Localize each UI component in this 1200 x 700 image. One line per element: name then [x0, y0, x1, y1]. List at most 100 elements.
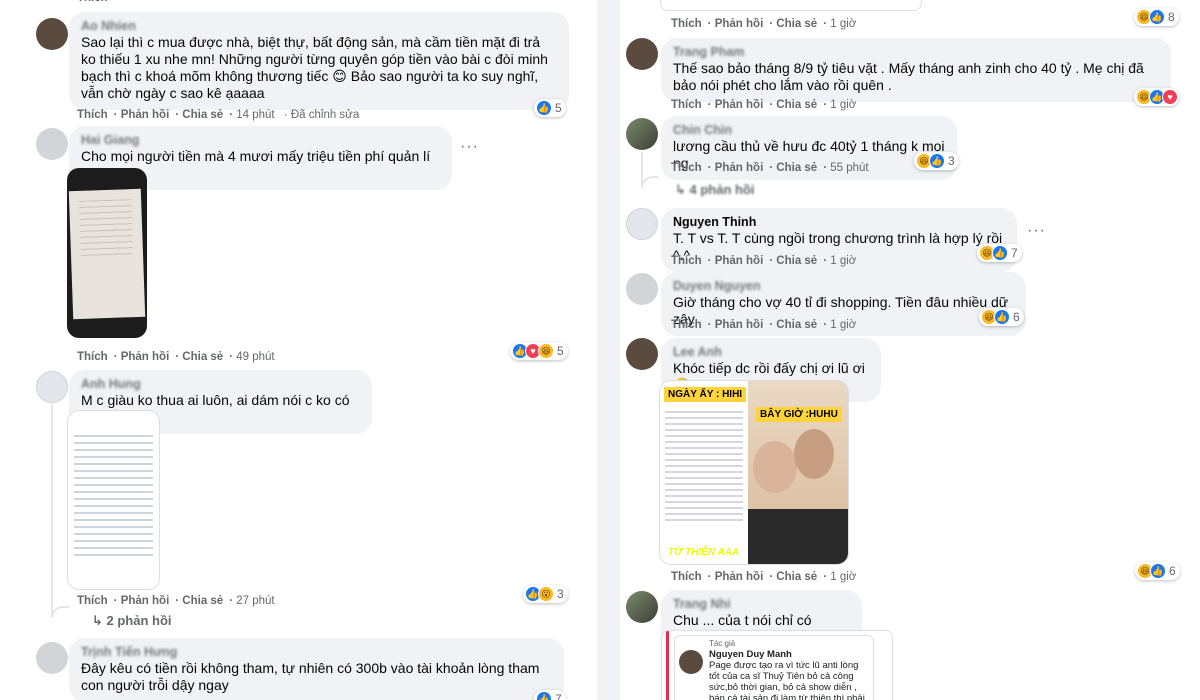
comment-actions: Thích · Phản hồi · Chia sẻ · 14 phút · Đã c… [77, 109, 360, 121]
more-options-icon[interactable]: ··· [460, 138, 479, 156]
timestamp[interactable]: 1 giờ [830, 571, 856, 583]
comment-bubble: Trang Pham Thế sao bảo tháng 8/9 tỷ tiêu… [661, 38, 1171, 102]
like-button[interactable]: Thích [671, 255, 702, 267]
reaction-summary[interactable]: 😆 👍 ♥ [1134, 88, 1179, 106]
like-button[interactable]: Thích [671, 18, 702, 30]
love-icon: ♥ [1162, 89, 1178, 105]
comment-author[interactable]: Nguyen Thinh [673, 215, 1005, 230]
comment-actions: Thích · Phản hồi · Chia sẻ · 1 giờ [671, 255, 857, 267]
reaction-summary[interactable]: 👍 5 [534, 99, 566, 117]
reaction-summary[interactable]: 👍 😮 3 [523, 585, 568, 603]
share-button[interactable]: Chia sẻ [182, 595, 223, 607]
meme-image[interactable]: NGÀY ẤY : HIHI BÂY GIỜ :HUHU TỪ THIỆN AA… [659, 380, 849, 565]
like-icon: 👍 [536, 100, 552, 116]
comment-author[interactable]: Hai Giang [81, 133, 440, 148]
more-options-icon[interactable]: ··· [1027, 222, 1046, 240]
share-button[interactable]: Chia sẻ [776, 18, 817, 30]
edited-label: · Đã chỉnh sửa [283, 109, 360, 121]
avatar[interactable] [36, 371, 68, 403]
comment-actions: Thích · Phản hồi · Chia sẻ · 1 giờ [671, 18, 857, 30]
avatar[interactable] [36, 642, 68, 674]
avatar[interactable] [626, 208, 658, 240]
haha-icon: 😆 [538, 343, 554, 359]
timestamp[interactable]: 1 giờ [830, 255, 856, 267]
column-divider [597, 0, 620, 700]
comment-bubble: Trịnh Tiến Hưng Đây kêu có tiền rồi khôn… [69, 638, 564, 700]
comment-author[interactable]: Anh Hung [81, 377, 360, 392]
view-replies-link[interactable]: ↳ 2 phản hồi [92, 613, 172, 629]
timestamp[interactable]: 14 phút [236, 109, 274, 121]
meme-caption-bottom: TỪ THIỆN AAA [668, 547, 740, 558]
comment-text: Đây kêu có tiền rồi không tham, tự nhiên… [81, 660, 540, 693]
like-button[interactable]: Thích [671, 571, 702, 583]
person-photo [794, 429, 834, 479]
comment-author[interactable]: Lee Anh [673, 345, 869, 360]
timestamp[interactable]: 1 giờ [830, 18, 856, 30]
reply-button[interactable]: Phản hồi [121, 351, 170, 363]
view-replies-link[interactable]: ↳ 4 phản hồi [675, 182, 755, 198]
reply-button[interactable]: Phản hồi [715, 255, 764, 267]
share-button[interactable]: Chia sẻ [776, 99, 817, 111]
reply-button[interactable]: Phản hồi [715, 99, 764, 111]
reaction-summary[interactable]: 😆 👍 6 [1135, 562, 1180, 580]
comment-author[interactable]: Trịnh Tiến Hưng [81, 645, 552, 660]
avatar[interactable] [626, 591, 658, 623]
reply-button[interactable]: Phản hồi [121, 109, 170, 121]
timestamp[interactable]: 49 phút [236, 351, 274, 363]
share-button[interactable]: Chia sẻ [776, 319, 817, 331]
reaction-summary[interactable]: 👍 7 [534, 690, 566, 700]
comment-actions: Thích · Phản hồi · Chia sẻ · 27 phút [77, 595, 275, 607]
attached-screenshot[interactable] [67, 410, 160, 590]
shared-post-card[interactable]: Tác giả Nguyen Duy Manh Page được tạo ra… [661, 630, 893, 700]
comment-actions: Thích · Phản hồi · Chia sẻ · 1 giờ [671, 571, 857, 583]
like-icon: 👍 [929, 153, 945, 169]
reaction-summary[interactable]: 😆 👍 8 [1134, 8, 1179, 26]
like-icon: 👍 [536, 691, 552, 700]
like-button[interactable]: Thích [671, 162, 702, 174]
avatar[interactable] [626, 118, 658, 150]
reply-button[interactable]: Phản hồi [715, 162, 764, 174]
comment-author[interactable]: Trang Nhi [673, 597, 850, 612]
comment-author[interactable]: Ao Nhien [81, 19, 557, 34]
share-button[interactable]: Chia sẻ [182, 109, 223, 121]
right-comment-panel: Thích · Phản hồi · Chia sẻ · 1 giờ 😆 👍 8 Tr… [620, 0, 1200, 700]
reaction-summary[interactable]: 😆 👍 3 [914, 152, 959, 170]
person-photo [753, 441, 797, 493]
timestamp[interactable]: 55 phút [830, 162, 868, 174]
share-button[interactable]: Chia sẻ [776, 162, 817, 174]
timestamp[interactable]: 1 giờ [830, 99, 856, 111]
comment-text: Sao lại thì c mua được nhà, biệt thự, bấ… [81, 34, 548, 101]
reply-button[interactable]: Phản hồi [715, 571, 764, 583]
avatar[interactable] [626, 273, 658, 305]
reaction-summary[interactable]: 😆 👍 7 [977, 244, 1022, 262]
share-button[interactable]: Chia sẻ [776, 255, 817, 267]
attached-photo[interactable] [67, 168, 147, 338]
comment-author[interactable]: Duyen Nguyen [673, 279, 1014, 294]
comment-bubble: Ao Nhien Sao lại thì c mua được nhà, biệ… [69, 12, 569, 110]
cutoff-attachment[interactable] [660, 0, 922, 11]
timestamp[interactable]: 1 giờ [830, 319, 856, 331]
reaction-summary[interactable]: 👍 ♥ 😆 5 [510, 342, 568, 360]
reply-button[interactable]: Phản hồi [715, 319, 764, 331]
like-icon: 👍 [992, 245, 1008, 261]
like-button[interactable]: Thích [77, 351, 108, 363]
share-button[interactable]: Chia sẻ [182, 351, 223, 363]
like-button[interactable]: Thích [77, 109, 108, 121]
share-button[interactable]: Chia sẻ [776, 571, 817, 583]
reply-button[interactable]: Phản hồi [715, 18, 764, 30]
comment-author[interactable]: Trang Pham [673, 45, 1159, 60]
reply-button[interactable]: Phản hồi [121, 595, 170, 607]
timestamp[interactable]: 27 phút [236, 595, 274, 607]
cutoff-actions: Thích [77, 0, 114, 4]
avatar[interactable] [626, 338, 658, 370]
like-button[interactable]: Thích [77, 595, 108, 607]
avatar[interactable] [36, 18, 68, 50]
avatar[interactable] [626, 38, 658, 70]
shared-text: Page được tạo ra vì tức lũ anti lòng tốt… [709, 660, 865, 700]
wow-icon: 😮 [538, 586, 554, 602]
like-button[interactable]: Thích [671, 99, 702, 111]
reaction-summary[interactable]: 😆 👍 6 [979, 308, 1024, 326]
like-button[interactable]: Thích [671, 319, 702, 331]
avatar[interactable] [36, 128, 68, 160]
comment-author[interactable]: Chin Chin [673, 123, 945, 138]
